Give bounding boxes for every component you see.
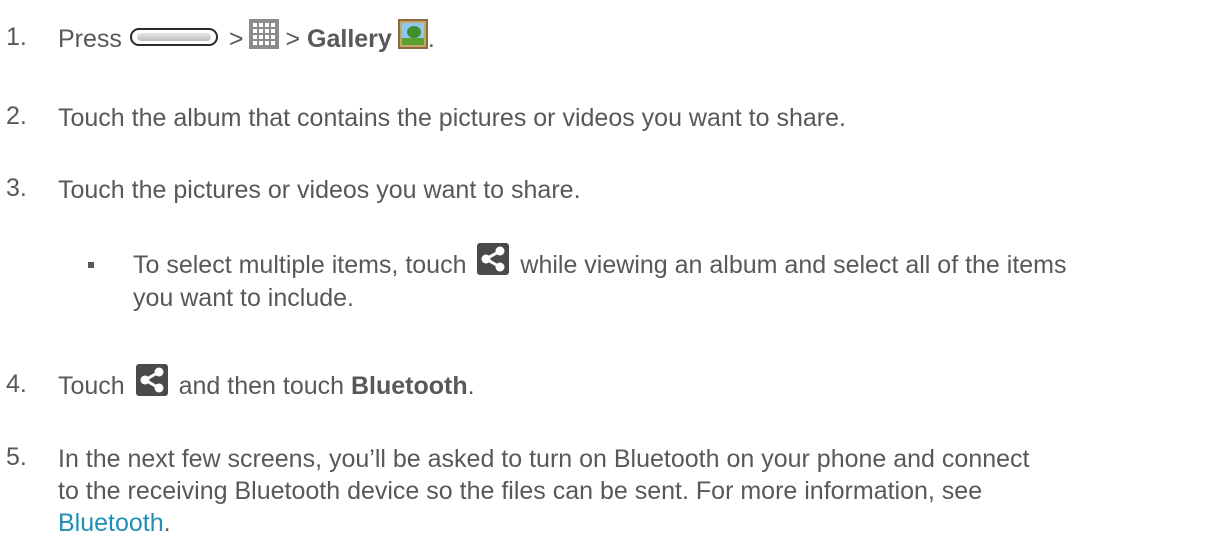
step-text: Touch <box>58 372 125 400</box>
instruction-list: 1. Press > > Gallery. 2. Touch the album … <box>0 0 1210 537</box>
step-number: 3. <box>6 174 27 202</box>
step-text-line2: to the receiving Bluetooth device so the… <box>58 477 983 505</box>
apps-grid-icon <box>249 19 280 50</box>
step-number: 1. <box>6 23 27 51</box>
step-number: 4. <box>6 370 27 398</box>
gallery-label: Gallery <box>307 25 392 53</box>
bluetooth-link[interactable]: Bluetooth <box>58 509 164 537</box>
step-text-line1: In the next few screens, you’ll be asked… <box>58 445 1030 473</box>
period: . <box>427 25 435 53</box>
bullet-text-line2: you want to include. <box>133 284 354 313</box>
period: . <box>467 372 475 400</box>
step-number: 5. <box>6 443 27 471</box>
step-text: and then touch <box>178 372 345 400</box>
bullet-text: To select multiple items, touch <box>133 251 467 279</box>
step-number: 2. <box>6 102 27 130</box>
period: . <box>163 509 171 537</box>
separator: > <box>285 25 301 53</box>
bullet-marker <box>88 262 94 268</box>
gallery-app-icon <box>397 19 428 50</box>
bluetooth-label: Bluetooth <box>351 372 468 400</box>
step-text: Press <box>58 25 122 53</box>
share-icon <box>477 243 510 276</box>
home-key-icon <box>129 28 218 47</box>
separator: > <box>228 25 244 53</box>
step-text: Touch the album that contains the pictur… <box>58 104 846 132</box>
step-text: Touch the pictures or videos you want to… <box>58 176 581 204</box>
bullet-text: while viewing an album and select all of… <box>520 251 1067 279</box>
share-icon <box>135 364 168 397</box>
